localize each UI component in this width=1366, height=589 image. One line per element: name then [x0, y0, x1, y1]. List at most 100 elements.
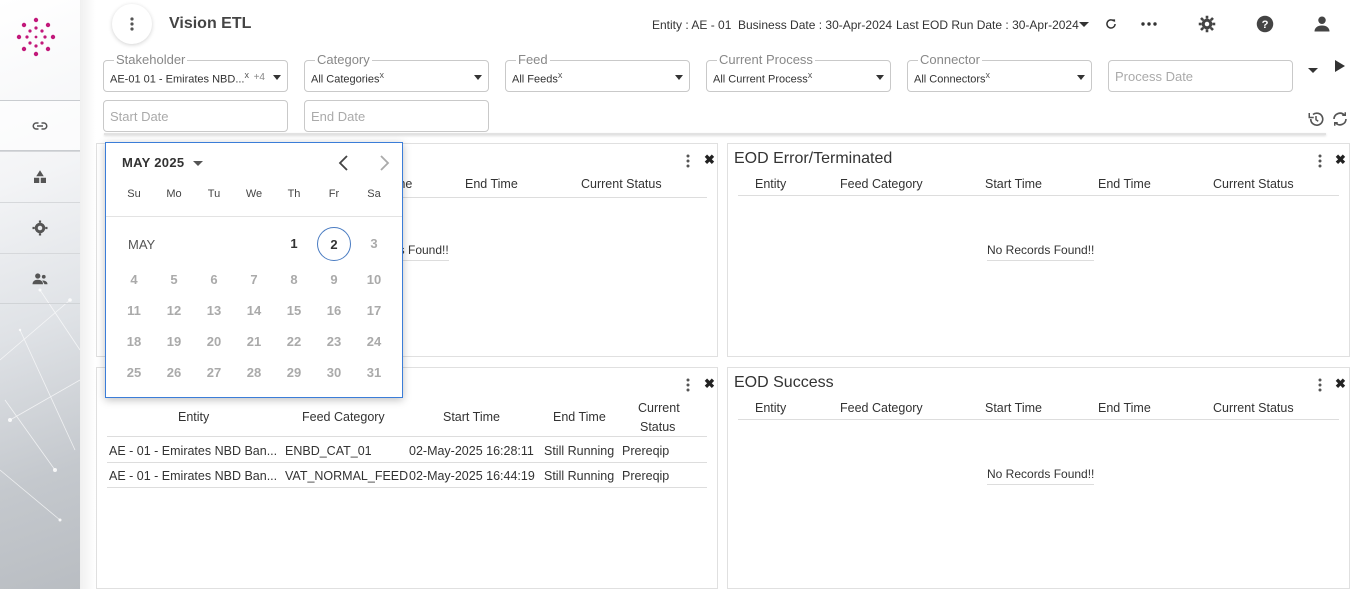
calendar-day[interactable]: 7 [237, 263, 271, 297]
calendar-day[interactable]: 20 [197, 325, 231, 359]
close-icon[interactable]: ✖ [704, 376, 715, 392]
caret-down-icon[interactable] [193, 161, 203, 166]
stakeholder-filter[interactable]: Stakeholder AE-01 01 - Emirates NBD...x … [103, 52, 288, 92]
chevron-down-icon [675, 75, 683, 80]
calendar-day[interactable]: 16 [317, 294, 351, 328]
more-options-button[interactable] [1139, 14, 1159, 34]
cell-start-time: 02-May-2025 16:44:19 [409, 469, 535, 483]
start-date-input[interactable]: Start Date [103, 100, 288, 132]
sidebar-item-users[interactable] [0, 253, 80, 304]
clear-connector[interactable]: x [986, 70, 991, 80]
cell-start-time: 02-May-2025 16:28:11 [409, 444, 534, 458]
col-feed-category: Feed Category [840, 177, 923, 191]
user-profile-button[interactable] [1312, 14, 1332, 34]
calendar-day[interactable]: 27 [197, 356, 231, 390]
reset-button[interactable] [1331, 110, 1349, 128]
panel-title: EOD Success [734, 374, 834, 391]
entity-info: Entity : AE - 01 [652, 18, 731, 32]
table-row[interactable]: AE - 01 - Emirates NBD Ban... VAT_NORMAL… [107, 463, 707, 488]
user-icon [1314, 16, 1330, 32]
cell-status: Prereqip [622, 469, 670, 483]
calendar-day[interactable]: 29 [277, 356, 311, 390]
clear-stakeholder[interactable]: x [245, 70, 250, 80]
stakeholder-extra-count: +4 [253, 72, 265, 83]
calendar-day[interactable]: 24 [357, 325, 391, 359]
calendar-day[interactable]: 26 [157, 356, 191, 390]
connector-value: All Connectorsx [914, 70, 991, 86]
calendar-day[interactable]: 25 [117, 356, 151, 390]
calendar-day[interactable]: 4 [117, 263, 151, 297]
feed-filter[interactable]: Feed All Feedsx [505, 52, 690, 92]
calendar-day[interactable]: 2 [317, 227, 351, 261]
calendar-day[interactable]: 15 [277, 294, 311, 328]
col-feed-category: Feed Category [302, 410, 385, 424]
clear-feed[interactable]: x [558, 70, 563, 80]
connector-filter[interactable]: Connector All Connectorsx [907, 52, 1092, 92]
close-icon[interactable]: ✖ [704, 152, 715, 168]
calendar-day[interactable]: 14 [237, 294, 271, 328]
calendar-day[interactable]: 6 [197, 263, 231, 297]
app-logo[interactable] [15, 16, 57, 58]
help-button[interactable]: ? [1255, 14, 1275, 34]
current-process-filter[interactable]: Current Process All Current Processx [706, 52, 891, 92]
category-filter[interactable]: Category All Categoriesx [304, 52, 489, 92]
sidebar-item-links[interactable] [0, 100, 80, 151]
chevron-right-icon[interactable] [374, 153, 394, 173]
calendar-day[interactable]: 11 [117, 294, 151, 328]
calendar-day[interactable]: 5 [157, 263, 191, 297]
calendar-day[interactable]: 28 [237, 356, 271, 390]
calendar-day[interactable]: 8 [277, 263, 311, 297]
month-year-selector[interactable]: MAY 2025 [122, 155, 184, 170]
close-icon[interactable]: ✖ [1335, 152, 1346, 168]
more-vertical-icon[interactable] [686, 378, 690, 392]
last-eod-info: Last EOD Run Date : 30-Apr-2024 [896, 18, 1079, 32]
more-vertical-icon[interactable] [1318, 154, 1322, 168]
sidebar-item-shapes[interactable] [0, 151, 80, 202]
table-row[interactable]: AE - 01 - Emirates NBD Ban... ENBD_CAT_0… [107, 438, 707, 463]
entity-dropdown-button[interactable] [1074, 14, 1094, 34]
calendar-day[interactable]: 22 [277, 325, 311, 359]
weekday-label: Su [127, 188, 141, 200]
calendar-day[interactable]: 17 [357, 294, 391, 328]
no-records-text: No Records Found!! [987, 467, 1095, 485]
calendar-day[interactable]: 13 [197, 294, 231, 328]
sidebar-item-settings[interactable] [0, 202, 80, 253]
side-nav [0, 100, 80, 304]
calendar-day[interactable]: 23 [317, 325, 351, 359]
close-icon[interactable]: ✖ [1335, 376, 1346, 392]
table-header: Entity Feed Category Start Time End Time… [738, 176, 1339, 196]
weekday-label: Sa [367, 188, 381, 200]
refresh-button[interactable] [1101, 14, 1121, 34]
calendar-day[interactable]: 19 [157, 325, 191, 359]
calendar-day[interactable]: 18 [117, 325, 151, 359]
col-end-time: End Time [465, 177, 518, 191]
no-records-text: No Records Found!! [987, 243, 1095, 261]
calendar-day[interactable]: 21 [237, 325, 271, 359]
calendar-day[interactable]: 3 [357, 227, 391, 261]
more-horizontal-icon [1141, 22, 1157, 26]
caret-down-icon [1079, 21, 1089, 27]
calendar-day[interactable]: 30 [317, 356, 351, 390]
calendar-day[interactable]: 31 [357, 356, 391, 390]
end-date-input[interactable]: End Date [304, 100, 489, 132]
history-button[interactable] [1307, 110, 1325, 128]
process-date-input[interactable]: Process Date [1108, 60, 1293, 92]
calendar-day[interactable]: 1 [277, 227, 311, 261]
col-entity: Entity [755, 177, 787, 191]
cell-entity: AE - 01 - Emirates NBD Ban... [109, 444, 278, 458]
apply-filters-button[interactable] [1334, 59, 1348, 73]
clear-current-process[interactable]: x [808, 70, 813, 80]
chevron-left-icon[interactable] [334, 153, 354, 173]
calendar-day[interactable]: 12 [157, 294, 191, 328]
col-start-time: Start Time [985, 177, 1042, 191]
category-label: Category [315, 52, 372, 68]
clear-category[interactable]: x [379, 70, 384, 80]
calendar-day[interactable]: 10 [357, 263, 391, 297]
menu-button[interactable] [112, 4, 152, 44]
calendar-day[interactable]: 9 [317, 263, 351, 297]
chevron-down-icon [474, 75, 482, 80]
more-vertical-icon[interactable] [686, 154, 690, 168]
more-vertical-icon[interactable] [1318, 378, 1322, 392]
settings-button[interactable] [1197, 14, 1217, 34]
expand-filters-button[interactable] [1308, 65, 1320, 77]
